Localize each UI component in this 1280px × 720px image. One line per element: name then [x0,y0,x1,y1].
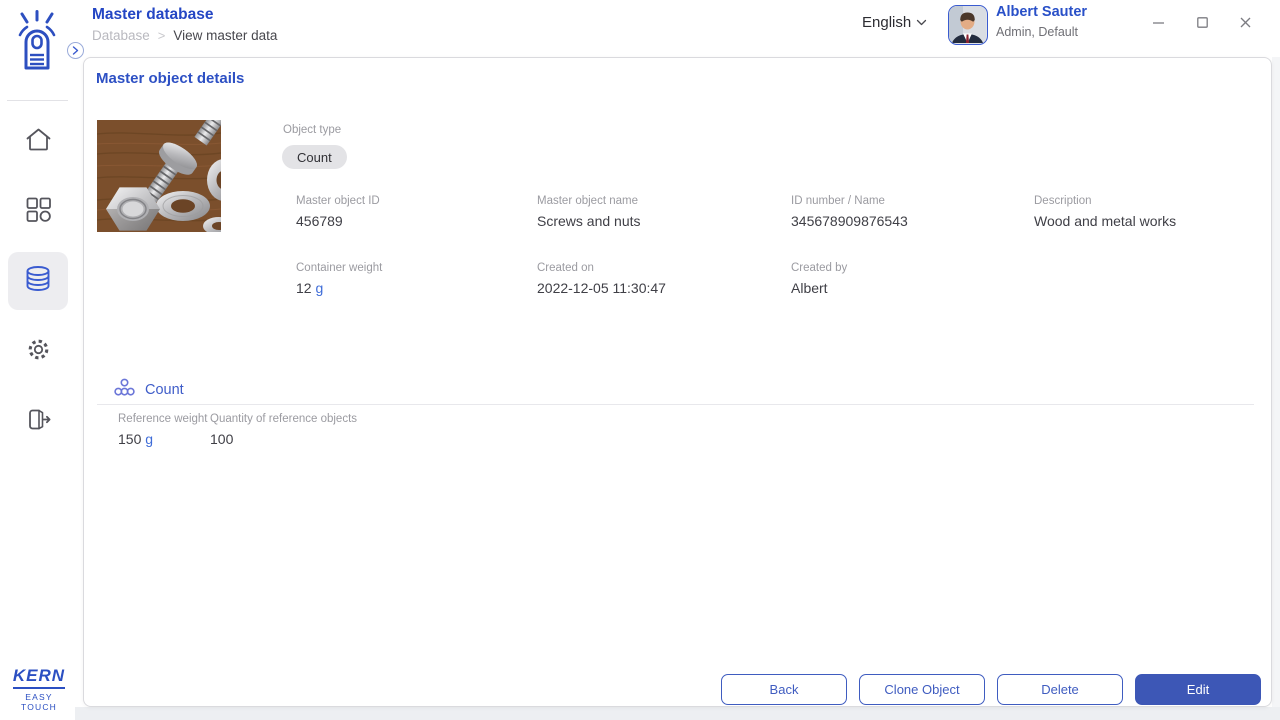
field-created-on: Created on 2022-12-05 11:30:47 [537,262,666,296]
language-label: English [862,14,912,31]
delete-button[interactable]: Delete [997,674,1123,705]
chevron-down-icon [916,14,927,31]
user-role: Admin, Default [996,25,1078,39]
field-quantity-reference-objects: Quantity of reference objects 100 [210,413,358,447]
window-close-button[interactable] [1232,13,1258,37]
edit-button[interactable]: Edit [1135,674,1261,705]
field-master-object-id: Master object ID 456789 [296,195,380,229]
breadcrumb-parent[interactable]: Database [92,28,150,43]
count-section-header: Count [114,378,184,402]
object-type-label: Object type [283,124,342,136]
sidebar-item-settings[interactable] [8,323,68,381]
home-icon [25,127,52,157]
language-selector[interactable]: English [862,14,927,31]
breadcrumb-current: View master data [173,28,278,43]
maximize-icon [1196,16,1209,34]
back-button[interactable]: Back [721,674,847,705]
master-object-photo [96,100,241,235]
object-type-badge: Count [282,145,347,169]
sidebar-expand-button[interactable] [67,42,84,59]
count-section-title: Count [145,382,184,398]
sidebar-item-database[interactable] [8,252,68,310]
window-minimize-button[interactable] [1145,13,1171,37]
apps-grid-icon [25,196,52,228]
breadcrumb: Database > View master data [92,28,277,43]
page-title: Master database [92,6,214,23]
sidebar-item-logout[interactable] [8,393,68,451]
close-icon [1239,16,1252,34]
sidebar-divider [7,100,68,101]
gear-icon [25,336,52,368]
field-master-object-name: Master object name Screws and nuts [537,195,641,229]
window-maximize-button[interactable] [1189,13,1215,37]
background-strip-right [1272,57,1280,707]
clone-object-button[interactable]: Clone Object [859,674,985,705]
weight-unit: g [145,431,154,447]
database-icon [24,265,52,297]
field-created-by: Created by Albert [791,262,848,296]
kern-product-name: EASY TOUCH [20,692,58,712]
field-container-weight: Container weight 12 g [296,262,383,296]
sidebar-item-home[interactable] [8,113,68,171]
user-name[interactable]: Albert Sauter [996,4,1087,20]
field-description: Description Wood and metal works [1034,195,1177,229]
weight-unit: g [315,280,324,296]
section-heading: Master object details [96,70,245,87]
field-id-number-name: ID number / Name 345678909876543 [791,195,908,229]
user-avatar[interactable] [948,5,988,45]
field-reference-weight: Reference weight 150 g [118,413,208,447]
kern-wordmark: KERN [12,666,66,689]
logout-icon [25,407,52,437]
sidebar: KERN EASY TOUCH [0,0,75,720]
background-strip-bottom [75,707,1280,720]
chevron-right-icon [72,42,79,60]
master-object-details-card: Master object details Object type Count … [83,57,1272,707]
breadcrumb-separator-icon: > [157,28,166,43]
minimize-icon [1152,16,1165,34]
easy-touch-logo-icon [13,10,61,75]
app-window: KERN EASY TOUCH Master database Database… [0,0,1280,720]
count-circles-icon [114,378,135,402]
count-section-divider [97,404,1254,405]
sidebar-item-apps[interactable] [8,183,68,241]
kern-brand-logo: KERN EASY TOUCH [10,666,68,712]
